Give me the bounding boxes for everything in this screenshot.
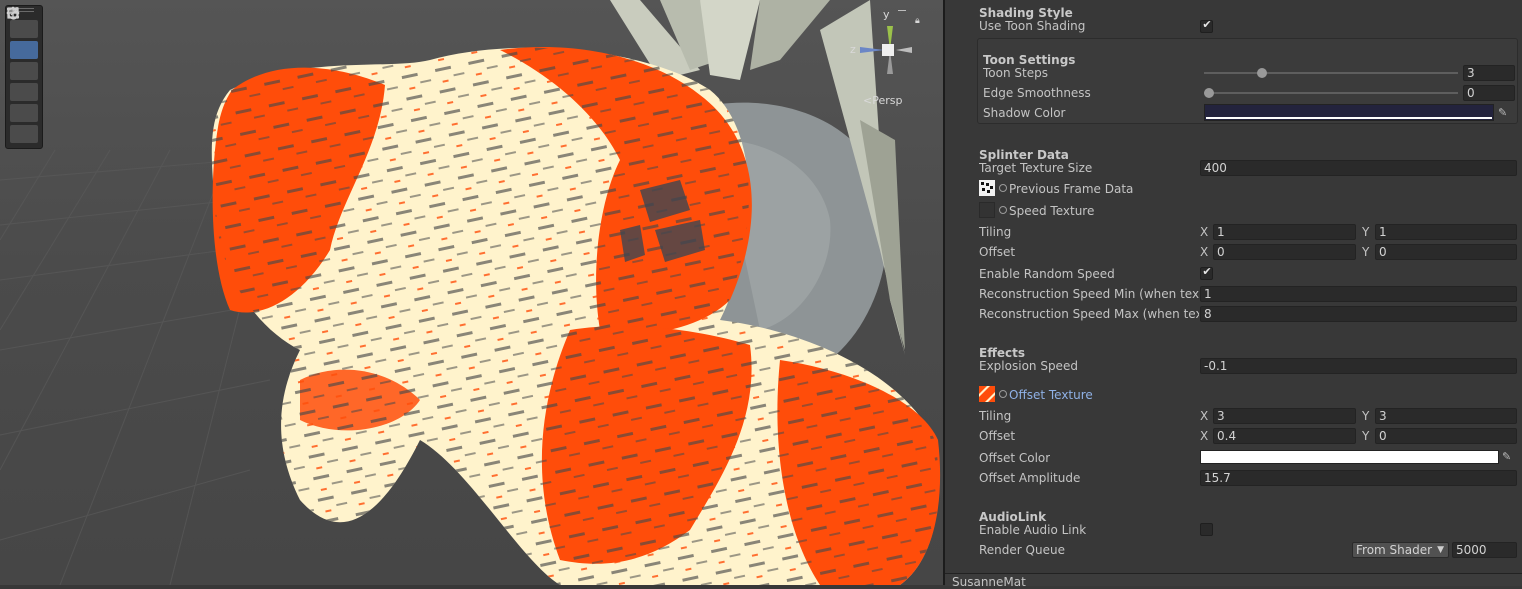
gizmo-z-label: z [850, 43, 856, 56]
render-queue-label: Render Queue [979, 543, 1065, 557]
noise-texture-icon [981, 182, 993, 193]
reconstruction-speed-min-input[interactable]: 1 [1200, 286, 1517, 302]
splinter-offset-label: Offset [979, 245, 1016, 259]
shading-style-header: Shading Style [979, 6, 1073, 20]
splinter-tiling-y-axis: Y [1362, 225, 1370, 239]
audiolink-header: AudioLink [979, 510, 1047, 524]
rotate-tool-button[interactable] [7, 7, 38, 80]
edge-smoothness-slider-handle[interactable] [1204, 88, 1214, 98]
hand-tool-button[interactable] [8, 8, 38, 38]
view-label-persp[interactable]: <Persp [863, 94, 902, 107]
toon-steps-input[interactable]: 3 [1463, 65, 1515, 81]
effects-tiling-x-axis: X [1200, 409, 1209, 423]
object-picker-icon[interactable] [999, 390, 1007, 398]
effects-offset-y-axis: Y [1362, 429, 1370, 443]
render-queue-mode-dropdown[interactable]: From Shader ▼ [1352, 542, 1449, 558]
splinter-offset-y-axis: Y [1362, 245, 1370, 259]
enable-audio-link-label: Enable Audio Link [979, 523, 1087, 537]
transform-icon [7, 7, 19, 19]
enable-random-speed-checkbox[interactable]: ✔ [1200, 265, 1213, 280]
speed-texture-text: Speed Texture [1009, 204, 1095, 218]
scene-view[interactable]: y z 🔒︎ <Persp [0, 0, 943, 585]
render-queue-mode-value: From Shader [1356, 543, 1433, 557]
render-queue-input[interactable]: 5000 [1452, 542, 1517, 558]
orientation-gizmo[interactable]: y z 🔒︎ <Persp [840, 6, 940, 116]
edge-smoothness-input[interactable]: 0 [1463, 85, 1515, 101]
splinter-tiling-x-input[interactable]: 1 [1213, 224, 1356, 240]
edge-smoothness-label: Edge Smoothness [983, 86, 1091, 100]
previous-frame-texture-slot[interactable] [979, 180, 995, 196]
stripe-texture-icon [977, 384, 997, 404]
shadow-color-label: Shadow Color [983, 106, 1066, 120]
target-texture-size-input[interactable]: 400 [1200, 160, 1517, 176]
offset-texture-text: Offset Texture [1009, 388, 1093, 402]
eyedropper-icon[interactable]: ✎ [1498, 106, 1507, 119]
shadow-color-swatch[interactable] [1204, 104, 1494, 121]
transform-tool-button[interactable] [7, 7, 38, 143]
explosion-speed-input[interactable]: -0.1 [1200, 358, 1517, 374]
effects-tiling-y-axis: Y [1362, 409, 1370, 423]
shadow-color-alpha-bar [1206, 117, 1492, 119]
previous-frame-data-label: Previous Frame Data [999, 182, 1133, 196]
object-picker-icon[interactable] [999, 206, 1007, 214]
inspector-panel: Shading Style Use Toon Shading ✔ Toon Se… [945, 0, 1522, 589]
effects-tiling-x-input[interactable]: 3 [1213, 408, 1356, 424]
toon-steps-label: Toon Steps [983, 66, 1048, 80]
offset-texture-label: Offset Texture [999, 388, 1093, 402]
reconstruction-speed-max-input[interactable]: 8 [1200, 306, 1517, 322]
lock-icon[interactable]: 🔒︎ [915, 16, 920, 26]
explosion-speed-label: Explosion Speed [979, 359, 1078, 373]
effects-offset-x-input[interactable]: 0.4 [1213, 428, 1356, 444]
scale-tool-button[interactable] [7, 7, 38, 101]
splinter-offset-x-input[interactable]: 0 [1213, 244, 1356, 260]
effects-tiling-label: Tiling [979, 409, 1012, 423]
move-tool-button[interactable] [6, 6, 38, 59]
scene-tools-toolbar [5, 5, 43, 149]
speed-texture-label: Speed Texture [999, 204, 1094, 218]
splinter-offset-x-axis: X [1200, 245, 1209, 259]
gizmo-y-label: y [883, 8, 890, 21]
offset-texture-slot[interactable] [977, 384, 997, 404]
effects-offset-y-input[interactable]: 0 [1375, 428, 1517, 444]
offset-color-label: Offset Color [979, 451, 1051, 465]
edge-smoothness-slider[interactable] [1204, 92, 1458, 94]
eyedropper-icon[interactable]: ✎ [1502, 450, 1511, 463]
effects-offset-label: Offset [979, 429, 1016, 443]
object-picker-icon[interactable] [999, 184, 1007, 192]
checkmark-icon: ✔ [1202, 265, 1212, 278]
offset-color-swatch[interactable] [1200, 450, 1499, 464]
enable-audio-link-checkbox[interactable] [1200, 523, 1213, 536]
checkmark-icon: ✔ [1202, 18, 1212, 31]
splinter-tiling-label: Tiling [979, 225, 1012, 239]
effects-offset-x-axis: X [1200, 429, 1209, 443]
enable-random-speed-label: Enable Random Speed [979, 267, 1115, 281]
chevron-down-icon: ▼ [1437, 545, 1444, 555]
toon-settings-header: Toon Settings [983, 53, 1076, 67]
effects-header: Effects [979, 346, 1026, 360]
speed-texture-slot[interactable] [979, 202, 995, 218]
splinter-tiling-y-input[interactable]: 1 [1375, 224, 1517, 240]
offset-amplitude-input[interactable]: 15.7 [1200, 470, 1517, 486]
material-footer[interactable]: SusanneMat [945, 573, 1522, 589]
effects-tiling-y-input[interactable]: 3 [1375, 408, 1517, 424]
use-toon-shading-checkbox[interactable]: ✔ [1200, 18, 1213, 33]
reconstruction-speed-min-label: Reconstruction Speed Min (when textur [979, 287, 1199, 301]
material-name: SusanneMat [952, 575, 1026, 589]
use-toon-shading-label: Use Toon Shading [979, 19, 1086, 33]
offset-amplitude-label: Offset Amplitude [979, 471, 1081, 485]
toon-steps-slider[interactable] [1204, 72, 1458, 74]
rect-tool-button[interactable] [7, 8, 38, 122]
previous-frame-data-text: Previous Frame Data [1009, 182, 1134, 196]
splinter-offset-y-input[interactable]: 0 [1375, 244, 1517, 260]
splinter-data-header: Splinter Data [979, 148, 1069, 162]
view-label-text: Persp [872, 94, 903, 107]
reconstruction-speed-max-label: Reconstruction Speed Max (when textu [979, 307, 1199, 321]
splinter-tiling-x-axis: X [1200, 225, 1209, 239]
target-texture-size-label: Target Texture Size [979, 161, 1093, 175]
scene-render[interactable] [0, 0, 943, 585]
